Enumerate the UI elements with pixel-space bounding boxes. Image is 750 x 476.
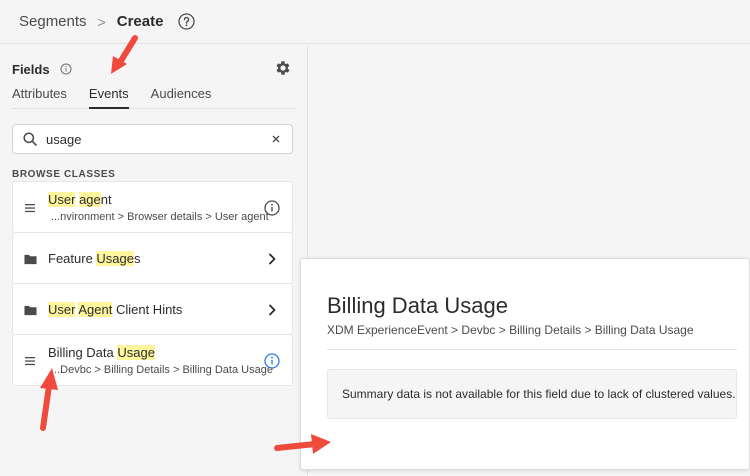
info-icon[interactable] [60, 63, 72, 75]
search-icon [23, 132, 37, 146]
menu-lines-icon [24, 202, 37, 214]
fields-header: Fields [12, 59, 292, 79]
popover-path: XDM ExperienceEvent > Devbc > Billing De… [327, 323, 694, 337]
field-list: User agent ...nvironment > Browser detai… [12, 181, 293, 386]
close-icon[interactable] [270, 133, 282, 145]
title-part: Agent [78, 302, 113, 317]
info-icon[interactable] [264, 353, 280, 369]
title-part: Feature [48, 251, 97, 266]
title-part: Billing Data [48, 345, 118, 360]
gear-icon[interactable] [274, 59, 292, 77]
title-part: User [48, 192, 76, 207]
title-part: Client Hints [112, 302, 183, 317]
help-circle-icon[interactable] [178, 13, 196, 30]
field-details-popover: Billing Data Usage XDM ExperienceEvent >… [300, 258, 750, 470]
item-path: ...Devbc > Billing Details > Billing Dat… [51, 364, 273, 376]
tab-audiences[interactable]: Audiences [151, 85, 212, 109]
title-part: s [134, 251, 141, 266]
tab-events[interactable]: Events [88, 85, 129, 109]
annotation-arrow-icon [274, 434, 331, 454]
popover-divider [327, 349, 737, 350]
fields-title: Fields [12, 61, 50, 77]
folder-icon [24, 304, 37, 316]
title-part: age [79, 192, 101, 207]
chevron-right-icon[interactable] [264, 302, 280, 318]
breadcrumb-separator: > [97, 13, 106, 30]
search-field [12, 124, 293, 154]
folder-icon [24, 253, 37, 265]
item-path: ...nvironment > Browser details > User a… [51, 211, 269, 223]
popover-title: Billing Data Usage [327, 293, 508, 318]
title-part: Usage [117, 345, 155, 360]
title-part: Usage [96, 251, 134, 266]
field-type-tabs: Attributes Events Audiences [12, 85, 296, 109]
item-title: Feature Usages [48, 251, 141, 266]
item-title: Billing Data Usage [48, 345, 155, 360]
chevron-right-icon[interactable] [264, 251, 280, 267]
breadcrumb-segments[interactable]: Segments [19, 13, 87, 30]
item-title: User Agent Client Hints [48, 302, 182, 317]
browse-classes-label: BROWSE CLASSES [12, 169, 116, 180]
breadcrumb-current-create: Create [116, 13, 164, 30]
summary-message: Summary data is not available for this f… [327, 369, 737, 419]
annotation-arrow-icon [111, 35, 138, 74]
title-part: nt [100, 192, 112, 207]
list-item[interactable]: Feature Usages [12, 232, 293, 284]
search-input[interactable] [46, 131, 256, 147]
list-item[interactable]: User Agent Client Hints [12, 283, 293, 335]
info-icon[interactable] [264, 200, 280, 216]
tab-attributes[interactable]: Attributes [12, 85, 67, 109]
annotation-arrow-icon [40, 368, 58, 431]
item-title: User agent [48, 192, 112, 207]
title-part: User [48, 302, 76, 317]
list-item[interactable]: User agent ...nvironment > Browser detai… [12, 181, 293, 233]
